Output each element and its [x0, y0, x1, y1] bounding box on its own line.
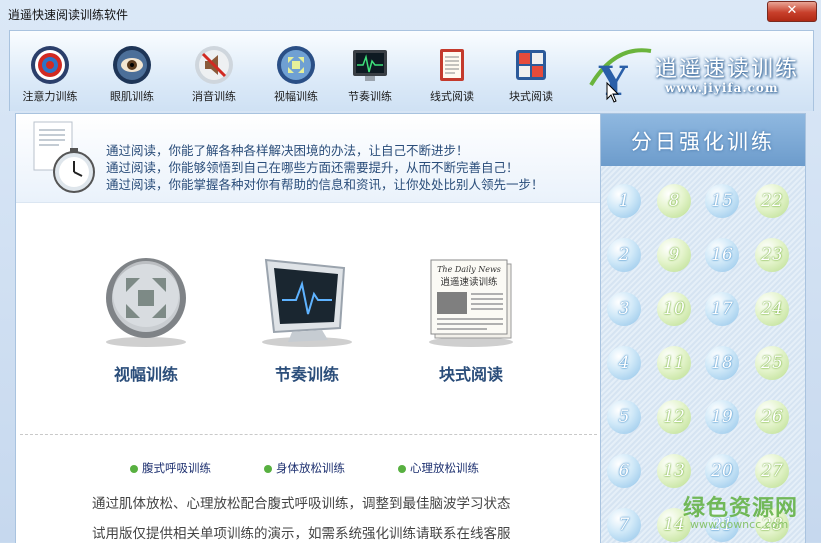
day-button-1[interactable]: 1: [607, 184, 641, 218]
link-mind-relax[interactable]: 心理放松训练: [398, 460, 479, 476]
expand-arrows-icon: [106, 258, 186, 347]
day-button-17[interactable]: 17: [705, 292, 739, 326]
day-button-7[interactable]: 7: [607, 508, 641, 542]
divider: [20, 434, 597, 435]
banner-line: 通过阅读，你能掌握各种对你有帮助的信息和资讯，让你处处比别人领先一步！: [106, 177, 544, 192]
day-button-15[interactable]: 15: [705, 184, 739, 218]
app-window: 逍遥快速阅读训练软件 ✕ 注意力训练 眼肌训练 消音训练 视幅训练 节奏训练 线…: [0, 0, 821, 543]
stopwatch-document-icon: [33, 121, 95, 193]
mute-speaker-icon: [195, 46, 233, 84]
main-panel: 通过阅读，你能了解各种各样解决困境的办法，让自己不断进步！ 通过阅读，你能够领悟…: [15, 113, 602, 543]
bullet-dot: [130, 464, 138, 473]
day-button-10[interactable]: 10: [657, 292, 691, 326]
day-button-2[interactable]: 2: [607, 238, 641, 272]
toolbar-item-mute[interactable]: 消音训练: [174, 45, 254, 104]
feature-span-training[interactable]: 视幅训练: [86, 254, 206, 385]
link-label: 心理放松训练: [410, 461, 479, 475]
day-button-6[interactable]: 6: [607, 454, 641, 488]
window-title: 逍遥快速阅读训练软件: [8, 8, 129, 22]
toolbar-label: 视幅训练: [274, 90, 318, 103]
feature-rhythm-training[interactable]: 节奏训练: [247, 254, 367, 385]
feature-block-reading[interactable]: The Daily News 逍遥速读训练 块式阅读: [411, 254, 531, 385]
description-line: 通过肌体放松、心理放松配合腹式呼吸训练，调整到最佳脑波学习状态: [92, 496, 511, 512]
feature-label: 节奏训练: [274, 365, 339, 384]
title-bar: 逍遥快速阅读训练软件 ✕: [0, 0, 821, 28]
day-button-22[interactable]: 22: [755, 184, 789, 218]
link-body-relax[interactable]: 身体放松训练: [264, 460, 345, 476]
toolbar-label: 眼肌训练: [110, 90, 154, 103]
link-label: 腹式呼吸训练: [142, 461, 211, 475]
brand-logo: Y 逍遥速读训练 www.jiyifa.com: [585, 45, 805, 105]
toolbar-label: 线式阅读: [430, 90, 474, 103]
day-button-26[interactable]: 26: [755, 400, 789, 434]
expand-arrows-icon: [277, 46, 315, 84]
day-button-11[interactable]: 11: [657, 346, 691, 380]
banner-line: 通过阅读，你能了解各种各样解决困境的办法，让自己不断进步！: [106, 143, 469, 158]
day-button-20[interactable]: 20: [705, 454, 739, 488]
toolbar-item-eye[interactable]: 眼肌训练: [92, 45, 172, 104]
day-grid: 1 2 3 4 5 6 7 8 9 10 11 12 13 14 15 16 17 18 19 20 21 22 23 24 2…: [601, 166, 805, 543]
notepad-icon: [440, 49, 464, 81]
toolbar-label: 注意力训练: [22, 90, 78, 103]
quote-banner: 通过阅读，你能了解各种各样解决困境的办法，让自己不断进步！ 通过阅读，你能够领悟…: [16, 114, 601, 203]
toolbar-item-line-reading[interactable]: 线式阅读: [412, 45, 492, 104]
day-button-23[interactable]: 23: [755, 238, 789, 272]
sidebar-header: 分日强化训练: [601, 114, 805, 166]
day-button-25[interactable]: 25: [755, 346, 789, 380]
toolbar-item-span[interactable]: 视幅训练: [256, 45, 336, 104]
toolbar-item-block-reading[interactable]: 块式阅读: [491, 45, 571, 104]
sidebar-title: 分日强化训练: [631, 130, 775, 154]
target-icon: [31, 46, 69, 84]
banner-text: 通过阅读，你能了解各种各样解决困境的办法，让自己不断进步！ 通过阅读，你能够领悟…: [106, 142, 544, 193]
toolbar: 注意力训练 眼肌训练 消音训练 视幅训练 节奏训练 线式阅读 块式阅读 Y 逍遥…: [9, 30, 814, 111]
day-button-9[interactable]: 9: [657, 238, 691, 272]
day-button-8[interactable]: 8: [657, 184, 691, 218]
logo-title: 逍遥速读训练: [655, 57, 800, 82]
eye-icon: [113, 46, 151, 84]
toolbar-item-attention[interactable]: 注意力训练: [10, 45, 90, 104]
toolbar-label: 块式阅读: [509, 90, 553, 103]
day-button-16[interactable]: 16: [705, 238, 739, 272]
bullet-dot: [264, 464, 272, 473]
day-button-4[interactable]: 4: [607, 346, 641, 380]
day-button-18[interactable]: 18: [705, 346, 739, 380]
paper-text: 逍遥速读训练: [440, 276, 498, 288]
toolbar-item-rhythm[interactable]: 节奏训练: [330, 45, 410, 104]
blocks-icon: [516, 50, 546, 80]
day-button-19[interactable]: 19: [705, 400, 739, 434]
monitor-wave-icon: [262, 258, 352, 347]
day-button-24[interactable]: 24: [755, 292, 789, 326]
day-button-12[interactable]: 12: [657, 400, 691, 434]
day-button-27[interactable]: 27: [755, 454, 789, 488]
day-button-13[interactable]: 13: [657, 454, 691, 488]
feature-label: 块式阅读: [438, 365, 503, 384]
description-line: 试用版仅提供相关单项训练的演示，如需系统强化训练请联系在线客服: [92, 526, 511, 542]
feature-label: 视幅训练: [113, 365, 178, 384]
daily-training-panel: 分日强化训练 1 2 3 4 5 6 7 8 9 10 11 12 13 14 15 16 17 18 19 20 21…: [600, 113, 806, 543]
day-button-3[interactable]: 3: [607, 292, 641, 326]
paper-title: The Daily News: [437, 265, 501, 274]
day-button-5[interactable]: 5: [607, 400, 641, 434]
toolbar-label: 节奏训练: [348, 90, 392, 103]
watermark-url: www.downcc.com: [690, 518, 789, 531]
newspaper-icon: The Daily News 逍遥速读训练: [429, 259, 513, 347]
bullet-dot: [398, 464, 406, 473]
link-label: 身体放松训练: [276, 461, 345, 475]
monitor-wave-icon: [353, 50, 387, 81]
logo-mark-icon: Y: [589, 48, 652, 105]
logo-url: www.jiyifa.com: [665, 81, 779, 95]
link-breathing[interactable]: 腹式呼吸训练: [130, 460, 211, 476]
close-button[interactable]: ✕: [767, 1, 817, 22]
banner-line: 通过阅读，你能够领悟到自己在哪些方面还需要提升，从而不断完善自己！: [106, 160, 519, 175]
toolbar-label: 消音训练: [192, 90, 236, 103]
